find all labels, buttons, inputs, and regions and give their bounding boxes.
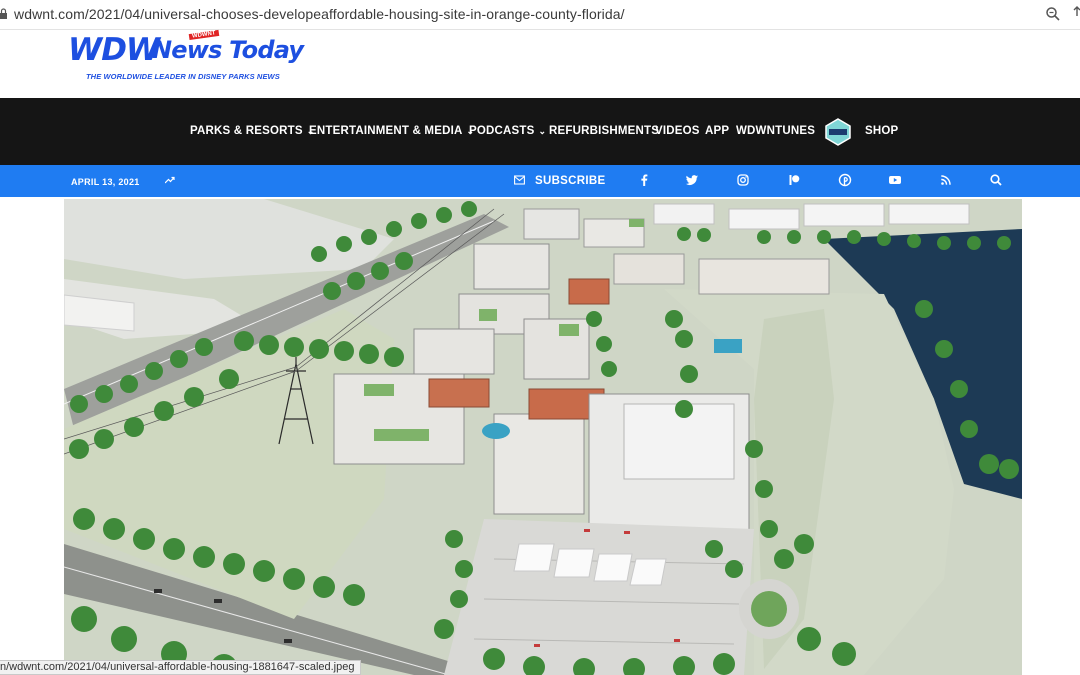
nav-item-shop[interactable]: SHOP xyxy=(865,125,898,137)
promo-badge-icon[interactable] xyxy=(824,118,852,146)
search-icon[interactable] xyxy=(989,173,1003,187)
browser-address-bar[interactable]: wdwnt.com/2021/04/universal-chooses-deve… xyxy=(0,0,1080,30)
main-nav: PARKS & RESORTS ⌄ ENTERTAINMENT & MEDIA ⌄ … xyxy=(0,98,1080,165)
site-rendering-illustration xyxy=(64,199,1022,675)
nav-item-label: PARKS & RESORTS xyxy=(190,125,303,137)
logo-tagline: THE WORLDWIDE LEADER IN DISNEY PARKS NEW… xyxy=(86,72,280,81)
rss-icon[interactable] xyxy=(939,173,953,187)
lock-icon xyxy=(0,8,7,19)
facebook-icon[interactable] xyxy=(637,173,651,187)
nav-item-app[interactable]: APP xyxy=(705,125,729,137)
share-icon[interactable] xyxy=(1072,6,1080,22)
trending-icon[interactable] xyxy=(165,175,175,185)
youtube-icon[interactable] xyxy=(888,173,902,187)
url-text[interactable]: wdwnt.com/2021/04/universal-chooses-deve… xyxy=(14,6,625,22)
link-status-tooltip: n/wdwnt.com/2021/04/universal-affordable… xyxy=(0,660,362,675)
logo-wdw: WDW xyxy=(68,32,160,68)
twitter-icon[interactable] xyxy=(685,173,699,187)
nav-item-label: PODCASTS xyxy=(469,125,535,137)
nav-item-wdwntunes[interactable]: WDWNTUNES xyxy=(736,125,815,137)
sub-bar: APRIL 13, 2021 SUBSCRIBE xyxy=(0,165,1080,197)
nav-item-label: ENTERTAINMENT & MEDIA xyxy=(309,125,463,137)
site-logo[interactable]: WDW WDWNT News Today THE WORLDWIDE LEADE… xyxy=(66,29,306,88)
nav-item-refurbishments[interactable]: REFURBISHMENTS xyxy=(549,125,659,137)
logo-news-today: News Today xyxy=(152,36,304,64)
chevron-down-icon: ⌄ xyxy=(538,126,547,136)
mail-icon[interactable] xyxy=(514,175,525,185)
nav-item-entertainment-media[interactable]: ENTERTAINMENT & MEDIA ⌄ xyxy=(309,125,474,137)
zoom-icon[interactable] xyxy=(1045,6,1061,22)
nav-item-videos[interactable]: VIDEOS xyxy=(655,125,700,137)
nav-item-podcasts[interactable]: PODCASTS ⌄ xyxy=(469,125,546,137)
nav-item-parks-resorts[interactable]: PARKS & RESORTS ⌄ xyxy=(190,125,314,137)
post-date: APRIL 13, 2021 xyxy=(71,177,140,187)
patreon-icon[interactable] xyxy=(787,173,801,187)
instagram-icon[interactable] xyxy=(736,173,750,187)
subscribe-button[interactable]: SUBSCRIBE xyxy=(535,175,605,187)
article-hero-image[interactable] xyxy=(64,199,1022,675)
pinterest-icon[interactable] xyxy=(838,173,852,187)
